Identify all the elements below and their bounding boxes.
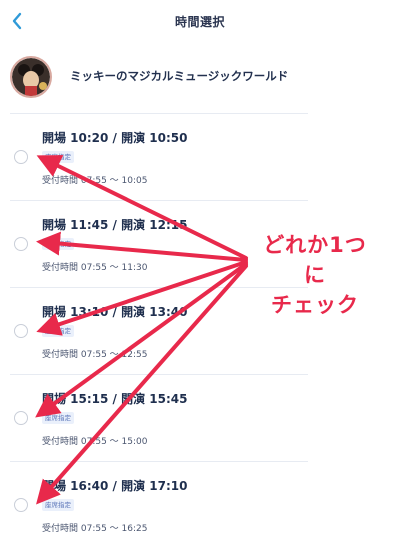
annotation-line-1: どれか1つに xyxy=(263,233,367,287)
arrow-to-slot-3 xyxy=(36,260,248,336)
annotation-line-2: チェック xyxy=(271,293,359,317)
arrow-to-slot-4 xyxy=(35,262,248,418)
annotation-label: どれか1つに チェック xyxy=(256,230,374,320)
arrow-to-slot-5 xyxy=(36,264,248,505)
